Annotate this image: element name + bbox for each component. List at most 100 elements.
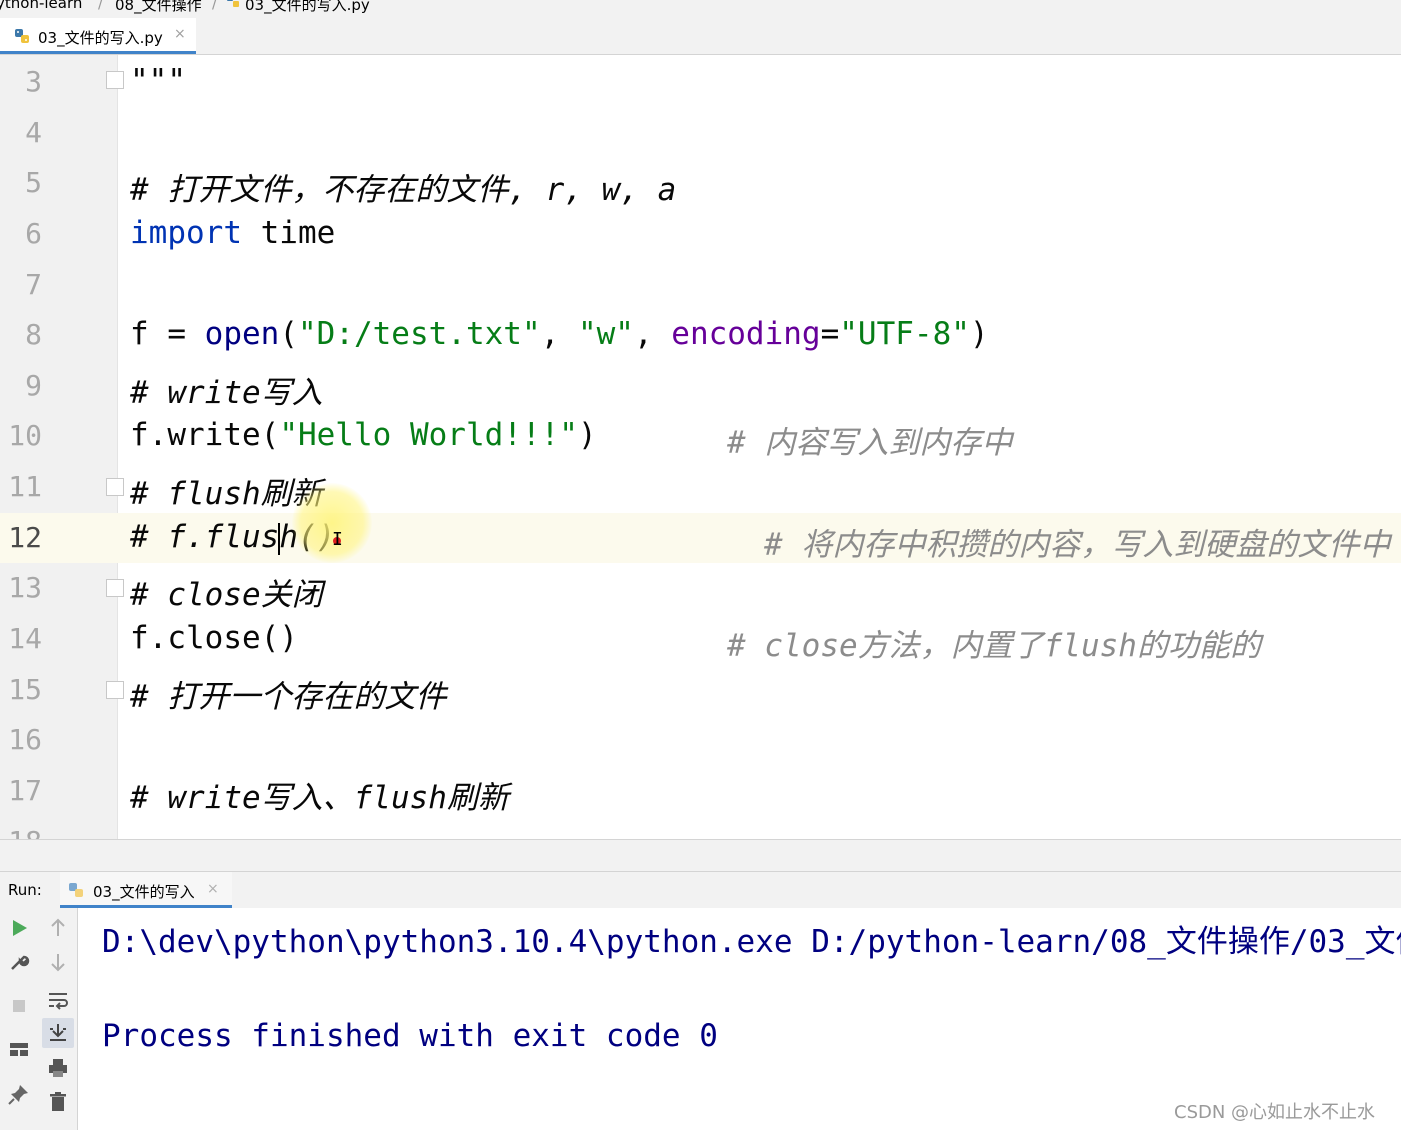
code-line[interactable]: 10 f.write("Hello World!!!") # 内容写入到内存中: [0, 411, 1401, 461]
trash-icon[interactable]: [44, 1088, 72, 1116]
layout-icon[interactable]: [5, 1036, 33, 1064]
run-toolbar-secondary: [38, 908, 78, 1130]
stop-icon[interactable]: [5, 992, 33, 1020]
watermark-text: CSDN @心如止水不止水: [1174, 1102, 1376, 1123]
code-line[interactable]: 15 # 打开一个存在的文件: [0, 665, 1401, 715]
code-token: f =: [130, 316, 205, 352]
wrench-icon[interactable]: [5, 948, 33, 976]
code-token: ): [577, 417, 597, 453]
panel-splitter[interactable]: [0, 839, 1401, 872]
breadcrumb-separator: /: [98, 0, 104, 12]
python-file-icon: [227, 0, 239, 7]
string-token: "D:/test.txt": [297, 316, 541, 352]
code-text: f = open("D:/test.txt", "w", encoding="U…: [130, 316, 989, 352]
code-line[interactable]: 8 f = open("D:/test.txt", "w", encoding=…: [0, 310, 1401, 360]
string-token: "Hello World!!!": [279, 417, 578, 453]
mouse-highlight: [292, 483, 372, 563]
line-number: 4: [25, 116, 42, 149]
code-text: import time: [130, 215, 335, 251]
fold-marker-icon[interactable]: [106, 681, 124, 699]
scroll-to-end-toggle[interactable]: [42, 1018, 74, 1048]
code-comment: # 打开一个存在的文件: [130, 679, 447, 715]
console-line: Process finished with exit code 0: [102, 1018, 718, 1054]
breadcrumb-separator: /: [212, 0, 218, 12]
line-number: 17: [8, 774, 42, 807]
code-line[interactable]: 4: [0, 108, 1401, 158]
arrow-down-icon[interactable]: [44, 948, 72, 976]
docstring-end: """: [130, 63, 186, 99]
code-line[interactable]: 9 # write写入: [0, 361, 1401, 411]
code-line[interactable]: 13 # close关闭: [0, 563, 1401, 613]
code-token: ,: [633, 316, 672, 352]
play-icon[interactable]: [5, 914, 33, 942]
keyword-token: import: [130, 215, 242, 251]
scroll-to-end-icon: [50, 1024, 66, 1041]
code-editor[interactable]: 3 """ 4 5 # 打开文件，不存在的文件, r, w, a 6 impor…: [0, 55, 1401, 839]
line-number: 15: [8, 673, 42, 706]
line-number: 6: [25, 217, 42, 250]
console-line: D:\dev\python\python3.10.4\python.exe D:…: [102, 924, 1401, 960]
line-number: 18: [0, 825, 42, 839]
soft-wrap-icon[interactable]: [44, 986, 72, 1014]
line-number: 12: [8, 521, 42, 554]
run-tab-active[interactable]: 03_文件的写入 ×: [60, 872, 232, 908]
fold-marker-icon[interactable]: [106, 478, 124, 496]
run-tab-title: 03_文件的写入: [93, 883, 195, 901]
text-cursor-icon: I: [332, 529, 343, 550]
print-icon[interactable]: [44, 1054, 72, 1082]
breadcrumb-item-project[interactable]: ython-learn: [0, 0, 82, 12]
fold-marker-icon[interactable]: [106, 71, 124, 89]
current-code-line[interactable]: 12 # f.flush() # 将内存中积攒的内容，写入到硬盘的文件中: [0, 513, 1401, 563]
code-text: f.close(): [130, 620, 298, 656]
line-number: 8: [25, 318, 42, 351]
breadcrumb-item-folder[interactable]: 08_文件操作: [115, 0, 202, 15]
line-number: 7: [25, 268, 42, 301]
code-line[interactable]: 5 # 打开文件，不存在的文件, r, w, a: [0, 158, 1401, 208]
line-number: 14: [8, 622, 42, 655]
pin-icon[interactable]: [5, 1080, 33, 1108]
run-tool-window-header: Run: 03_文件的写入 ×: [0, 871, 1401, 909]
code-line[interactable]: 6 import time: [0, 209, 1401, 259]
code-comment: # 内容写入到内存中: [727, 425, 1013, 461]
string-token: "w": [577, 316, 634, 352]
close-icon[interactable]: ×: [174, 26, 186, 42]
line-number: 3: [25, 65, 42, 98]
arrow-up-icon[interactable]: [44, 914, 72, 942]
code-line[interactable]: 17 # write写入、flush刷新: [0, 766, 1401, 816]
close-icon[interactable]: ×: [207, 881, 219, 897]
code-comment: # 将内存中积攒的内容，写入到硬盘的文件中: [764, 527, 1391, 563]
breadcrumb-item-file[interactable]: 03_文件的写入.py: [245, 0, 370, 15]
editor-tab-title: 03_文件的写入.py: [38, 29, 163, 47]
line-number: 11: [8, 470, 42, 503]
code-token: =: [820, 316, 840, 352]
code-line[interactable]: 14 f.close() # close方法，内置了flush的功能的: [0, 614, 1401, 664]
code-token: ): [969, 316, 989, 352]
code-comment: # close关闭: [130, 577, 323, 613]
run-label: Run:: [8, 881, 42, 899]
code-text: f.write("Hello World!!!"): [130, 417, 597, 453]
editor-tab-bar: 03_文件的写入.py ×: [0, 18, 1401, 55]
code-comment: # close方法，内置了flush的功能的: [727, 628, 1261, 664]
code-line[interactable]: 3 """: [0, 57, 1401, 107]
code-comment: # write写入、flush刷新: [130, 780, 509, 816]
python-run-icon: [69, 883, 83, 897]
code-line[interactable]: 18: [0, 817, 1401, 839]
line-number: 10: [8, 419, 42, 452]
breadcrumb: ython-learn / 08_文件操作 / 03_文件的写入.py: [0, 0, 1401, 18]
fold-marker-icon[interactable]: [106, 579, 124, 597]
line-number: 16: [8, 723, 42, 756]
code-line[interactable]: 16: [0, 715, 1401, 765]
builtin-token: open: [204, 316, 280, 352]
run-toolbar-primary: [0, 908, 39, 1130]
string-token: "UTF-8": [839, 316, 970, 352]
code-token: (: [279, 316, 298, 352]
editor-tab-active[interactable]: 03_文件的写入.py ×: [0, 18, 196, 54]
code-token: # f.flus: [130, 519, 280, 555]
run-console-output[interactable]: D:\dev\python\python3.10.4\python.exe D:…: [78, 908, 1401, 1130]
code-token: time: [241, 215, 336, 251]
line-number: 9: [25, 369, 42, 402]
param-token: encoding: [671, 316, 821, 352]
code-line[interactable]: 7: [0, 260, 1401, 310]
code-line[interactable]: 11 # flush刷新: [0, 462, 1401, 512]
code-comment: # 打开文件，不存在的文件, r, w, a: [130, 172, 677, 208]
